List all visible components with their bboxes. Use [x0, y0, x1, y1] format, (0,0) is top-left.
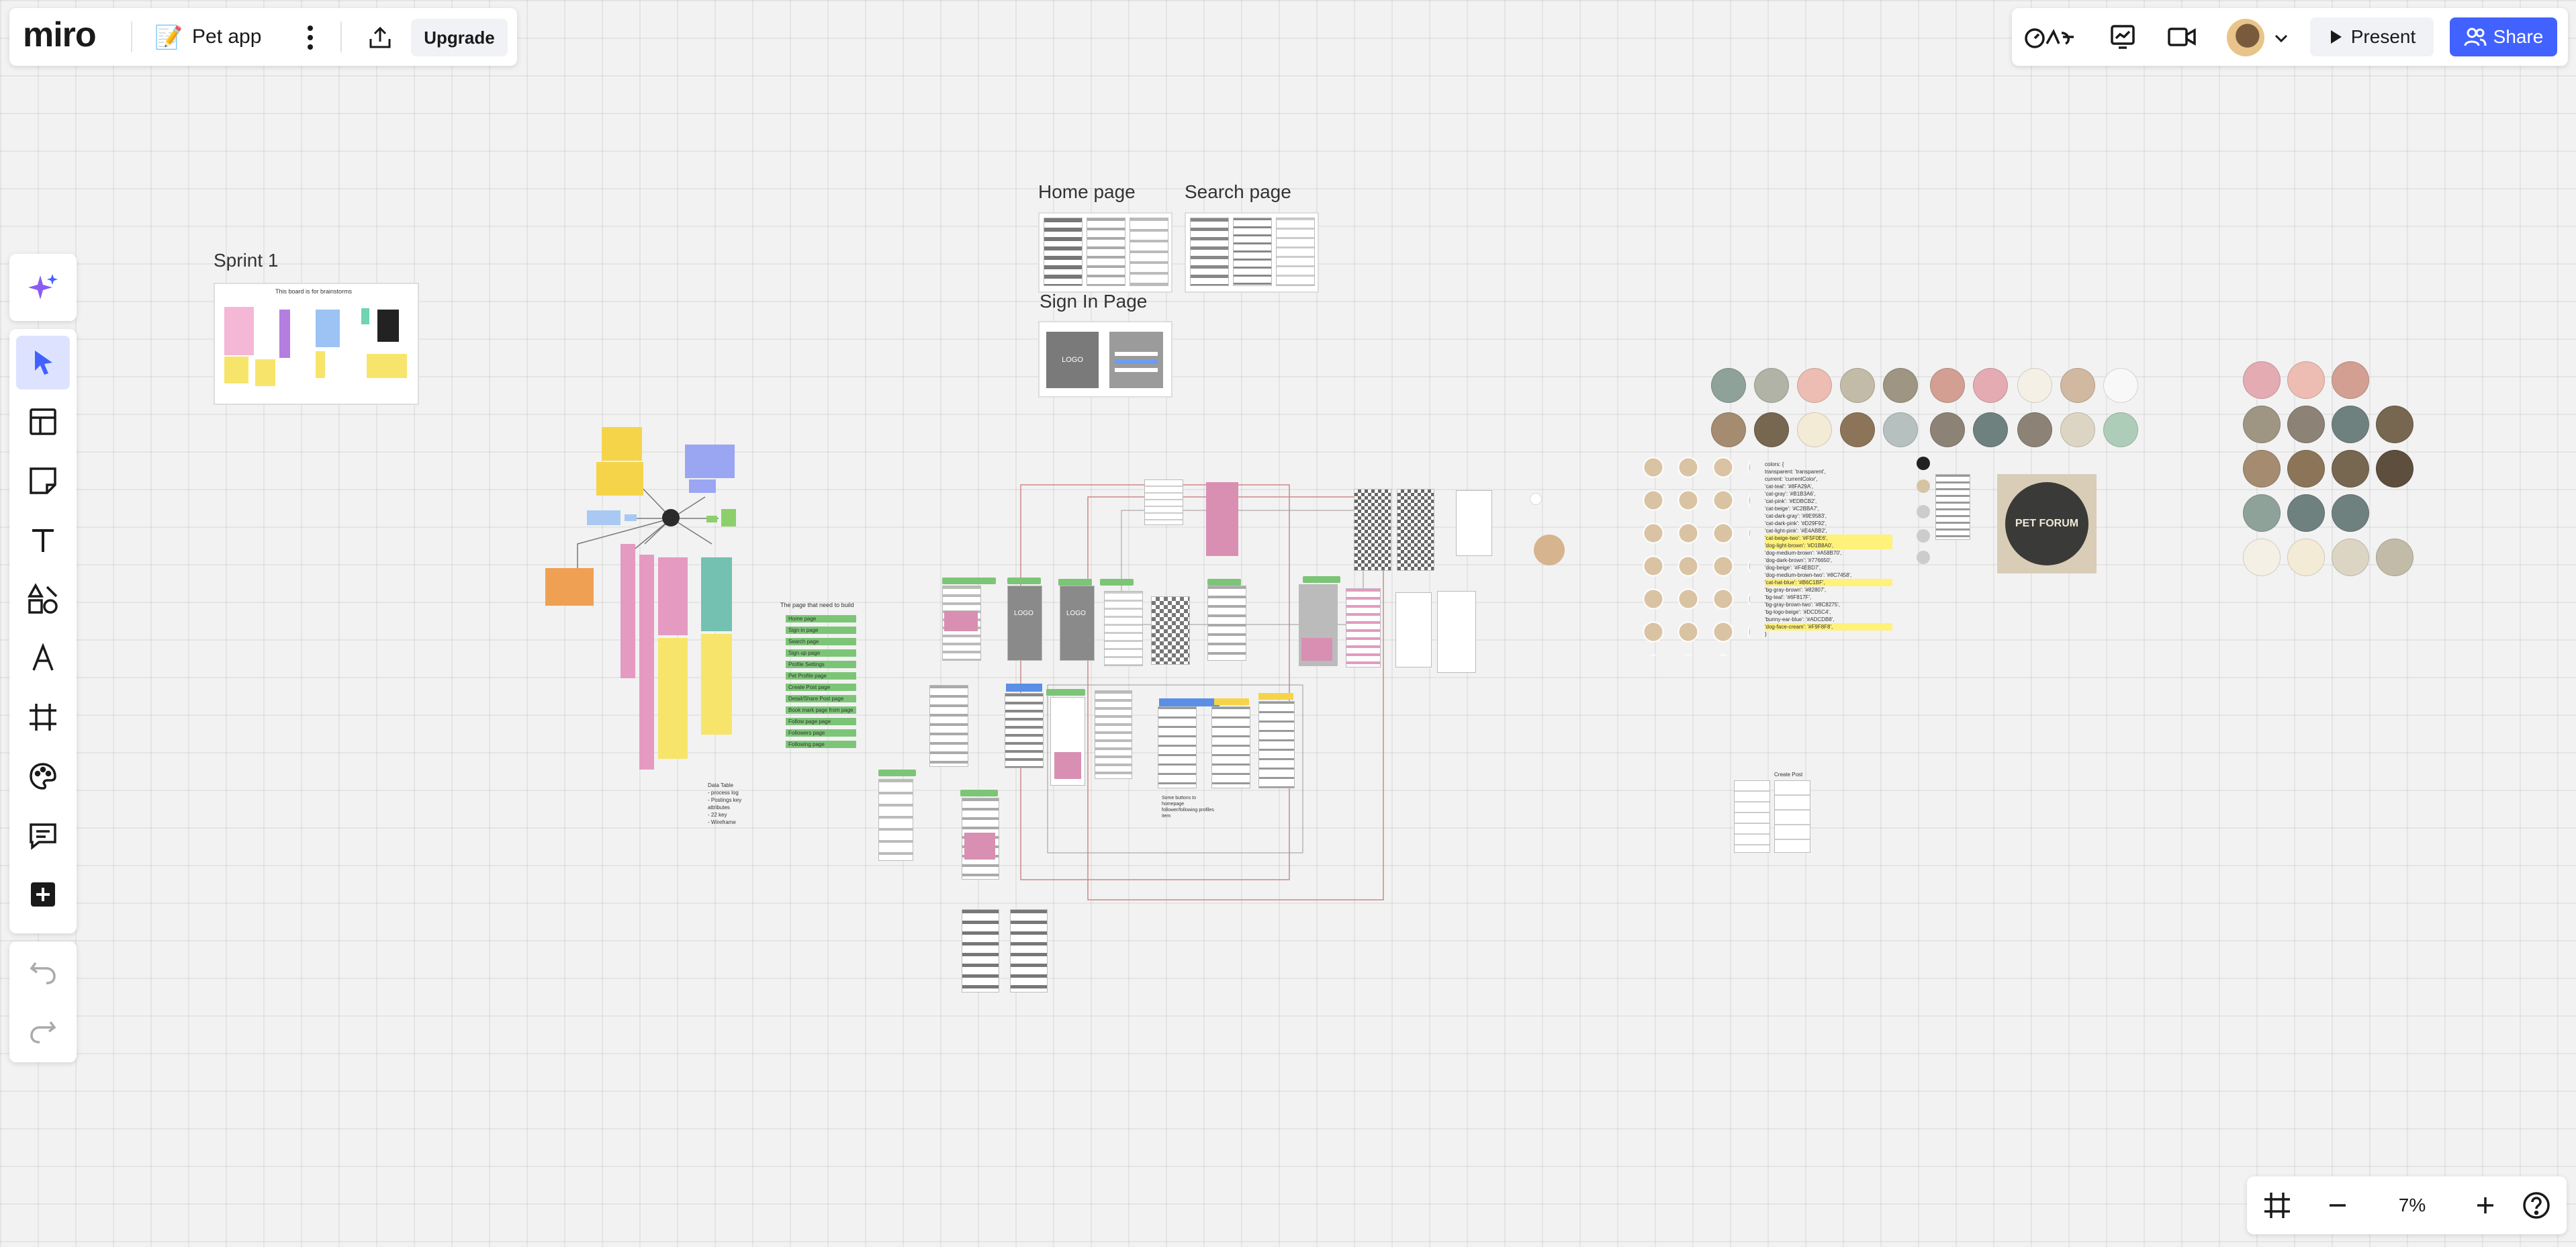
home-page-label: Home page [1038, 181, 1136, 202]
secondary-palette[interactable] [2243, 361, 2413, 578]
board-name[interactable]: Pet app [192, 26, 261, 48]
user-avatar[interactable] [2227, 19, 2264, 56]
presentation-button[interactable] [2103, 17, 2142, 56]
presentation-icon [2111, 25, 2135, 49]
video-camera-icon [2168, 28, 2196, 46]
redo-button[interactable] [16, 1005, 70, 1058]
fit-screen-icon [2264, 1193, 2290, 1218]
pet-avatar-icon [1534, 535, 1565, 565]
divider [340, 21, 342, 52]
plus-icon [2477, 1197, 2493, 1213]
board-emoji-icon: 📝 [154, 25, 183, 50]
notes-list: Data Table - process log - Postings key … [708, 782, 742, 825]
logo-placeholder: LOGO [1062, 355, 1083, 364]
export-button[interactable] [361, 19, 399, 56]
create-post-label: Create Post [1774, 772, 1803, 778]
component-samples[interactable] [1907, 457, 1974, 564]
pen-tool-button[interactable] [16, 631, 70, 685]
logo-placeholder-3: LOGO [1066, 610, 1086, 617]
pen-icon [32, 643, 54, 671]
zoom-level[interactable]: 7% [2372, 1186, 2452, 1225]
color-palette[interactable] [1711, 368, 2141, 451]
select-tool-button[interactable] [16, 336, 70, 389]
top-right-toolbar: Present Share [2012, 8, 2568, 66]
sprint-board[interactable]: This board is for brainstorms [214, 283, 419, 405]
cursor-icon [35, 351, 52, 375]
shapes-button[interactable] [16, 572, 70, 626]
ai-panel [9, 254, 77, 321]
fit-to-screen-button[interactable] [2258, 1186, 2297, 1225]
comment-icon [30, 823, 56, 850]
chevron-down-icon [2274, 34, 2288, 43]
play-icon [2330, 30, 2342, 44]
present-label: Present [2350, 26, 2416, 47]
left-toolbar [9, 329, 77, 933]
comment-tool-button[interactable] [16, 809, 70, 862]
undo-button[interactable] [16, 945, 70, 999]
templates-button[interactable] [16, 395, 70, 449]
colors-code-block[interactable]: colors: { transparent: 'transparent', cu… [1765, 461, 1892, 716]
frame-icon [30, 704, 56, 731]
mindmap-cluster[interactable] [537, 423, 739, 772]
zoom-out-button[interactable] [2318, 1186, 2357, 1225]
collaborators-dropdown[interactable] [2270, 27, 2293, 50]
help-icon [2523, 1192, 2550, 1219]
reactions-button[interactable] [2020, 17, 2084, 56]
search-page-frame[interactable] [1185, 212, 1319, 293]
palette-icon [30, 763, 56, 790]
sign-in-page-frame[interactable]: LOGO [1038, 321, 1172, 398]
shapes-icon [28, 583, 58, 614]
more-vertical-icon [308, 26, 313, 50]
plus-square-icon [31, 882, 55, 907]
timer-icon [2025, 28, 2074, 48]
create-post-frame-1[interactable] [1734, 780, 1770, 853]
undo-icon [30, 962, 56, 984]
sprint-board-title: This board is for brainstorms [275, 288, 353, 295]
sprint-label: Sprint 1 [214, 250, 279, 271]
zoom-in-button[interactable] [2466, 1186, 2505, 1225]
sign-in-page-label: Sign In Page [1040, 291, 1148, 312]
zoom-panel: 7% [2247, 1176, 2567, 1234]
stickers-button[interactable] [16, 749, 70, 803]
ai-assist-button[interactable] [16, 261, 70, 314]
create-post-frame-2[interactable] [1774, 780, 1810, 853]
logo-placeholder-2: LOGO [1014, 610, 1033, 617]
history-panel [9, 941, 77, 1062]
layout-icon [30, 408, 56, 435]
divider [131, 21, 132, 52]
wireframe-flow[interactable]: LOGO LOGO Some buttons to homepage follo… [873, 470, 1492, 1007]
board-header: miro 📝 Pet app Upgrade [9, 8, 517, 66]
minus-icon [2330, 1204, 2346, 1207]
text-icon [32, 529, 54, 552]
search-page-label: Search page [1185, 181, 1291, 202]
sticky-note-button[interactable] [16, 454, 70, 508]
share-label: Share [2493, 26, 2544, 47]
sticky-note-icon [30, 467, 56, 494]
pet-forum-logo: PET FORUM [1997, 474, 2097, 573]
board-menu-button[interactable] [291, 19, 329, 56]
pages-title: The page that need to build [780, 602, 854, 608]
help-button[interactable] [2517, 1186, 2556, 1225]
miro-logo[interactable]: miro [23, 17, 97, 52]
sparkle-icon [28, 274, 58, 299]
pages-list-block[interactable]: The page that need to build Home page Si… [780, 602, 888, 763]
redo-icon [30, 1021, 56, 1044]
upload-icon [369, 26, 391, 48]
canvas-dot [1530, 493, 1542, 505]
pet-avatar-grid[interactable] [1643, 457, 1750, 655]
users-icon [2464, 28, 2487, 46]
video-call-button[interactable] [2162, 17, 2201, 56]
subscribe-note: Some buttons to homepage follower/follow… [1162, 796, 1214, 819]
upgrade-button[interactable]: Upgrade [411, 19, 508, 56]
present-button[interactable]: Present [2310, 17, 2434, 56]
share-button[interactable]: Share [2450, 17, 2557, 56]
frame-tool-button[interactable] [16, 690, 70, 744]
more-apps-button[interactable] [16, 868, 70, 921]
text-tool-button[interactable] [16, 513, 70, 567]
home-page-frame[interactable] [1038, 212, 1172, 293]
